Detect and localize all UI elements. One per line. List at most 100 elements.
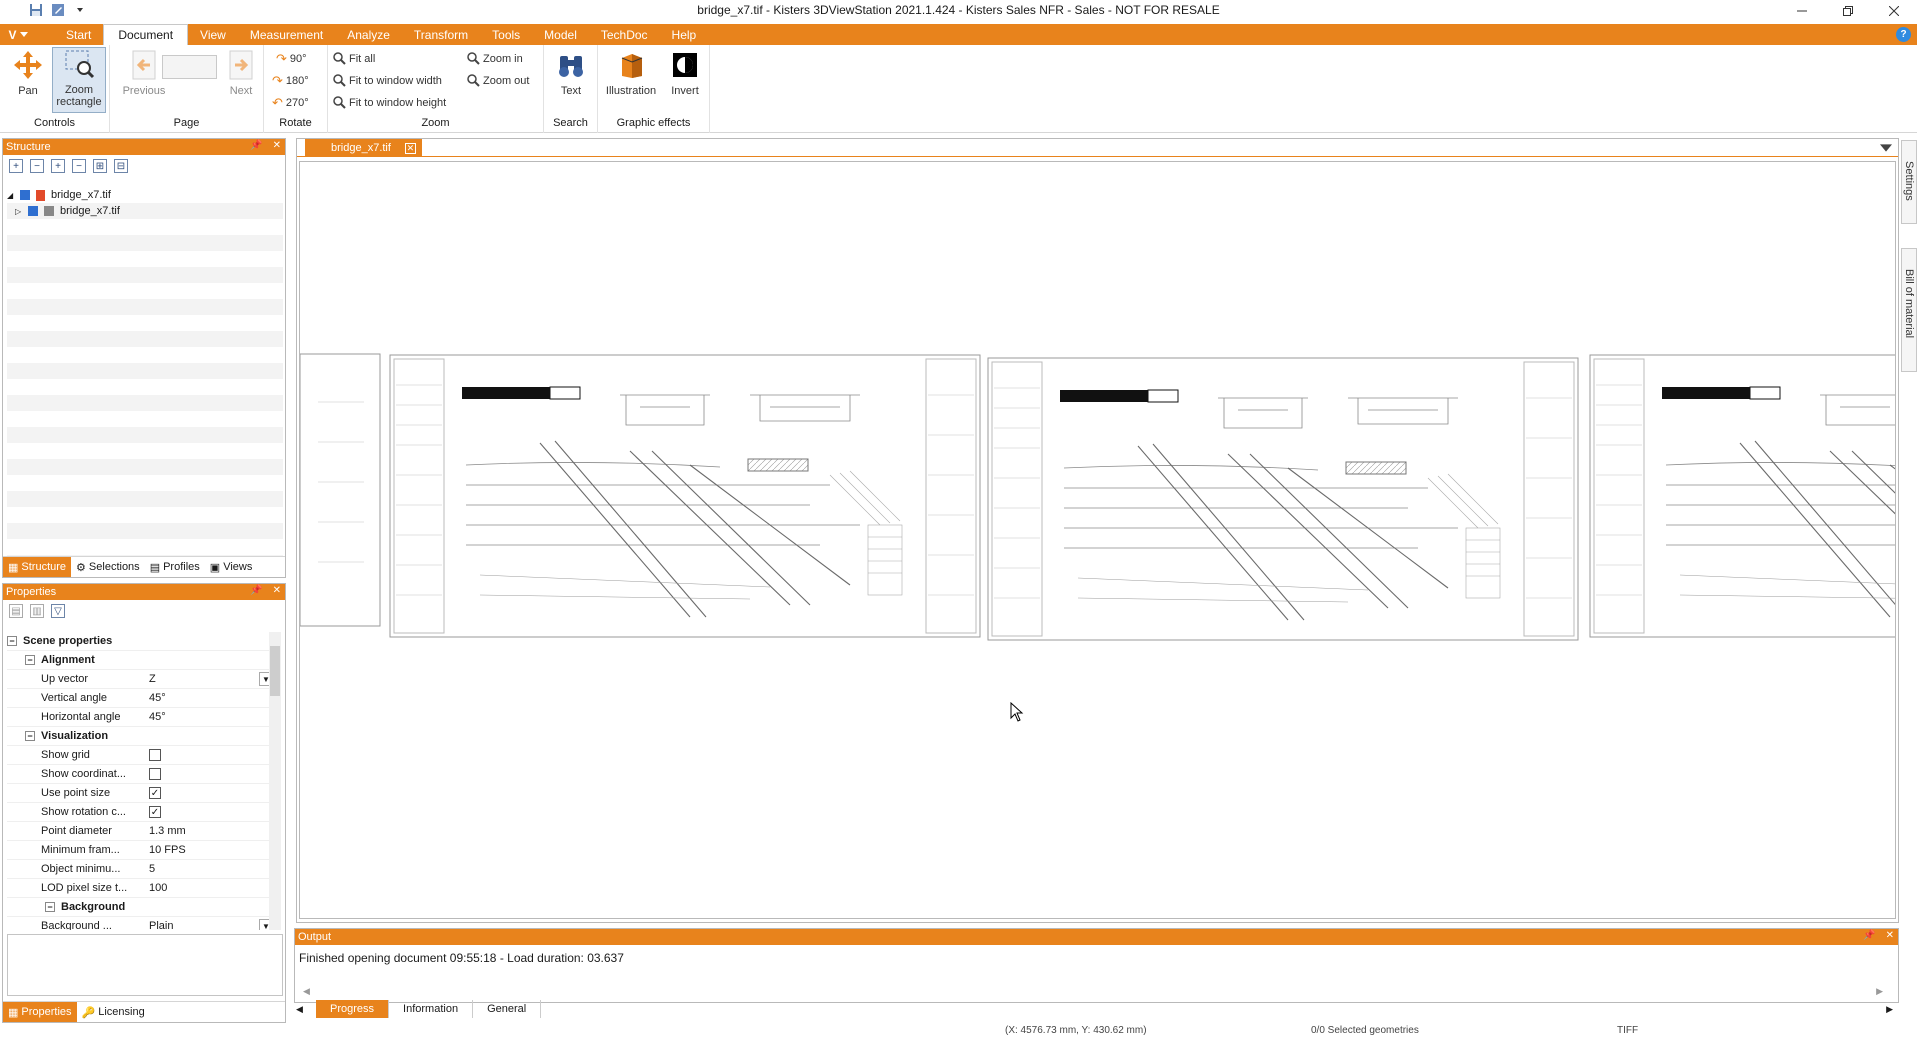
text-search-button[interactable]: Text — [548, 49, 594, 111]
tree-item-child[interactable]: ▷ bridge_x7.tif — [7, 203, 283, 219]
prop-minimum-frame: Minimum fram... 10 FPS — [7, 841, 273, 860]
close-icon[interactable]: ✕ — [1886, 930, 1894, 941]
tab-progress[interactable]: Progress — [316, 1000, 390, 1018]
checkbox-icon[interactable] — [28, 206, 38, 216]
3d-viewport[interactable] — [299, 161, 1896, 919]
output-scrollbar[interactable]: ◀ ▶ — [303, 986, 1883, 996]
tab-tools[interactable]: Tools — [480, 25, 532, 45]
app-menu-button[interactable]: V — [0, 25, 36, 45]
document-tab[interactable]: bridge_x7.tif ✕ — [305, 139, 422, 157]
invert-button[interactable]: Invert — [662, 49, 708, 111]
status-coordinates: (X: 4576.73 mm, Y: 430.62 mm) — [1005, 1025, 1147, 1036]
zoom-rectangle-button[interactable]: Zoom rectangle — [52, 47, 106, 113]
tree-options-icon[interactable]: ⊟ — [114, 159, 128, 173]
show-rotation-checkbox[interactable]: ✓ — [149, 806, 161, 818]
minimize-icon[interactable] — [1779, 0, 1825, 21]
illustration-button[interactable]: Illustration — [602, 49, 660, 111]
expanded-arrow-icon[interactable]: ◢ — [7, 191, 17, 200]
close-tab-icon[interactable]: ✕ — [404, 142, 416, 154]
help-icon[interactable]: ? — [1896, 27, 1911, 42]
close-icon[interactable] — [1871, 0, 1917, 21]
tab-licensing[interactable]: 🔑 Licensing — [77, 1002, 150, 1022]
zoom-in-button[interactable]: Zoom in — [466, 49, 523, 69]
lod-pixel-value[interactable]: 100 — [146, 879, 273, 897]
collapse-icon[interactable]: − — [25, 655, 35, 665]
pin-icon[interactable]: 📌 — [250, 585, 262, 596]
tab-profiles[interactable]: ▤ Profiles — [145, 557, 205, 577]
vertical-angle-value[interactable]: 45° — [146, 689, 273, 707]
collapse-all-icon[interactable]: − — [30, 159, 44, 173]
rotate-270-button[interactable]: ↶ 270° — [272, 93, 309, 113]
scrollbar-thumb[interactable] — [270, 646, 280, 696]
filter-icon[interactable]: ▽ — [51, 604, 65, 618]
tab-measurement[interactable]: Measurement — [238, 25, 335, 45]
pin-icon[interactable]: 📌 — [1863, 930, 1875, 941]
close-icon[interactable]: ✕ — [273, 585, 281, 596]
restore-icon[interactable] — [1825, 0, 1871, 21]
tab-model[interactable]: Model — [532, 25, 589, 45]
chevron-down-icon[interactable] — [1880, 144, 1892, 152]
section-alignment[interactable]: − Alignment — [7, 651, 273, 670]
expand-all-icon[interactable]: + — [9, 159, 23, 173]
pin-icon[interactable]: 📌 — [250, 140, 262, 151]
pan-button[interactable]: Pan — [5, 49, 51, 111]
tab-settings[interactable]: Settings — [1901, 140, 1917, 224]
tab-selections[interactable]: ⚙ Selections — [71, 557, 145, 577]
page-number-input[interactable] — [162, 55, 217, 79]
collapse-icon[interactable]: − — [45, 902, 55, 912]
fit-all-button[interactable]: Fit all — [332, 49, 375, 69]
rotate-90-button[interactable]: ↷ 90° — [276, 49, 307, 69]
tab-views[interactable]: ▣ Views — [205, 557, 258, 577]
close-icon[interactable]: ✕ — [273, 140, 281, 151]
collapse-icon[interactable]: − — [25, 731, 35, 741]
section-background[interactable]: − Background — [7, 898, 273, 917]
point-diameter-value[interactable]: 1.3 mm — [146, 822, 273, 840]
tab-start[interactable]: Start — [36, 25, 103, 45]
tab-properties[interactable]: ▦ Properties — [3, 1002, 77, 1022]
tab-help[interactable]: Help — [660, 25, 709, 45]
rotate-180-button[interactable]: ↷ 180° — [272, 71, 309, 91]
tab-general[interactable]: General — [473, 1000, 542, 1018]
tab-information[interactable]: Information — [389, 1000, 474, 1018]
expand-icon[interactable]: + — [51, 159, 65, 173]
sort-icon[interactable]: ▤ — [9, 604, 23, 618]
tab-transform[interactable]: Transform — [402, 25, 480, 45]
tab-document[interactable]: Document — [103, 24, 189, 45]
fit-width-button[interactable]: Fit to window width — [332, 71, 442, 91]
section-scene-properties[interactable]: − Scene properties — [7, 632, 273, 651]
zoom-out-button[interactable]: Zoom out — [466, 71, 529, 91]
properties-scrollbar[interactable] — [269, 632, 281, 930]
up-vector-select[interactable]: Z ▼ — [146, 670, 273, 688]
show-grid-checkbox[interactable] — [149, 749, 161, 761]
checkbox-icon[interactable] — [20, 190, 30, 200]
rotate-icon: ↷ — [276, 51, 287, 66]
collapse-icon[interactable]: − — [72, 159, 86, 173]
tab-bill-of-material[interactable]: Bill of material — [1901, 248, 1917, 372]
collapse-icon[interactable]: − — [7, 636, 17, 646]
magnifier-icon — [332, 95, 346, 112]
next-page-button[interactable]: Next — [218, 49, 264, 111]
collapsed-arrow-icon[interactable]: ▷ — [15, 207, 25, 216]
tab-analyze[interactable]: Analyze — [335, 25, 402, 45]
fit-height-button[interactable]: Fit to window height — [332, 93, 446, 113]
status-selection: 0/0 Selected geometries — [1311, 1025, 1419, 1036]
document-area: bridge_x7.tif ✕ — [296, 138, 1899, 923]
chevron-left-icon[interactable]: ◀ — [303, 986, 310, 996]
tab-view[interactable]: View — [188, 25, 238, 45]
expand-selection-icon[interactable]: ⊞ — [93, 159, 107, 173]
show-coordinate-checkbox[interactable] — [149, 768, 161, 780]
chevron-right-icon[interactable]: ▶ — [1886, 1004, 1893, 1015]
category-icon[interactable]: ▥ — [30, 604, 44, 618]
tree-item-root[interactable]: ◢ bridge_x7.tif — [7, 187, 283, 203]
chevron-left-icon[interactable]: ◀ — [296, 1004, 303, 1015]
ribbon-group-rotate: ↷ 90° ↷ 180° ↶ 270° Rotate — [264, 45, 328, 133]
use-point-size-checkbox[interactable]: ✓ — [149, 787, 161, 799]
tab-techdoc[interactable]: TechDoc — [589, 25, 660, 45]
horizontal-angle-value[interactable]: 45° — [146, 708, 273, 726]
chevron-right-icon[interactable]: ▶ — [1876, 986, 1883, 996]
minimum-frame-value[interactable]: 10 FPS — [146, 841, 273, 859]
object-minimum-value[interactable]: 5 — [146, 860, 273, 878]
tab-structure[interactable]: ▦ Structure — [3, 557, 72, 577]
section-visualization[interactable]: − Visualization — [7, 727, 273, 746]
background-type-select[interactable]: Plain ▼ — [146, 917, 273, 930]
